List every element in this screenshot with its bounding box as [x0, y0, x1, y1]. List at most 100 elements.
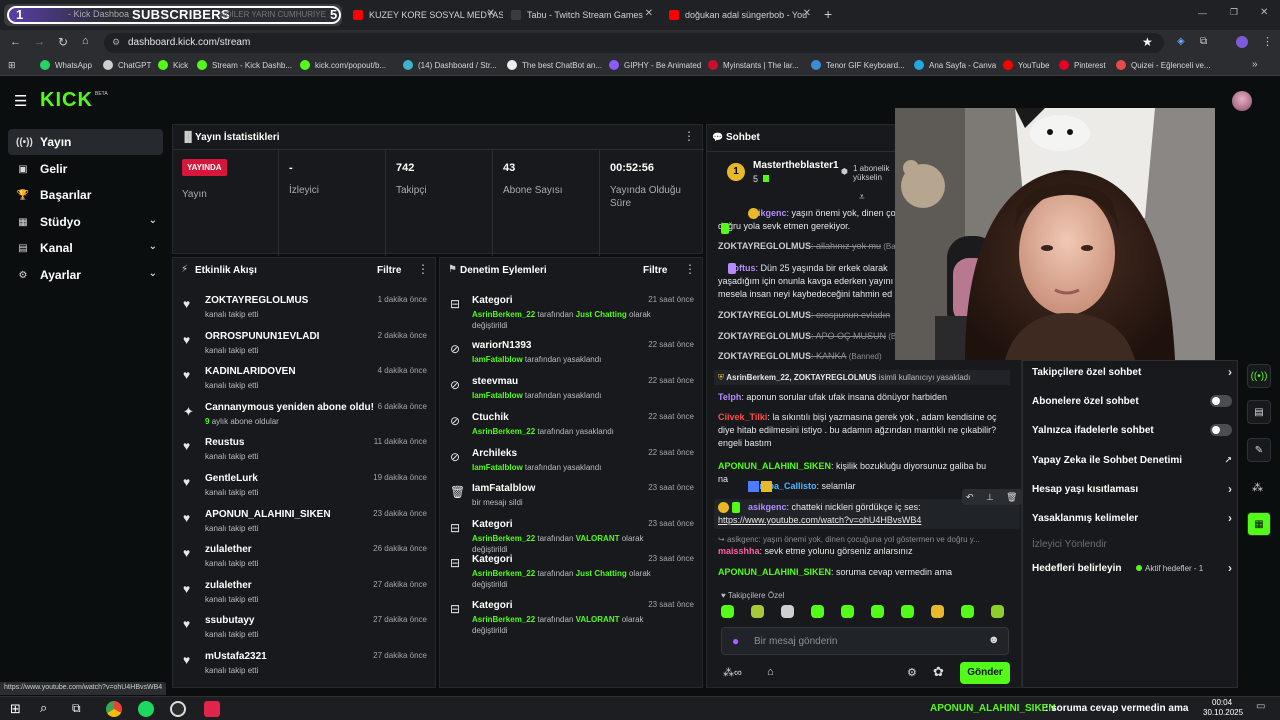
address-field[interactable]: ⚙ dashboard.kick.com/stream ★ [104, 33, 1164, 53]
sidebar-item-0[interactable]: ((•)) Yayın [8, 129, 163, 155]
chat-message[interactable]: APONUN_ALAHINI_SIKEN: soruma cevap verme… [718, 566, 1008, 579]
chat-menu-item-2[interactable]: Yalnızca ifadelerle sohbet [1032, 424, 1232, 436]
emote-icon[interactable] [841, 605, 854, 618]
app-icon[interactable] [204, 701, 220, 717]
activity-menu-icon[interactable]: ⋮ [417, 262, 429, 276]
chat-collapse-icon[interactable]: ⩡ [859, 192, 865, 203]
sidebar-item-4[interactable]: ▤ Kanal ⌄ [8, 235, 163, 261]
chat-settings-icon[interactable]: ⚙ [907, 666, 917, 679]
close-tab-icon[interactable]: ✕ [803, 8, 811, 19]
url-text[interactable]: dashboard.kick.com/stream [128, 37, 250, 48]
chat-menu-item-3[interactable]: Yapay Zeka ile Sohbet Denetimi ↗ [1032, 455, 1232, 466]
kick-logo[interactable]: KICK [40, 89, 93, 112]
emote-icon[interactable] [871, 605, 884, 618]
reload-icon[interactable]: ↻ [58, 35, 68, 49]
chat-link[interactable]: https://www.youtube.com/watch?v=ohU4HBvs… [718, 515, 921, 525]
extensions-puzzle-icon[interactable]: ⧉ [1200, 36, 1207, 47]
bookmark-kick-popout[interactable]: kick.com/popout/b... [300, 60, 386, 70]
search-icon[interactable]: ⌕ [40, 700, 47, 716]
close-tab-icon[interactable]: ✕ [645, 8, 653, 19]
sidebar-item-5[interactable]: ⚙ Ayarlar ⌄ [8, 262, 163, 288]
bookmark-kick[interactable]: Kick [158, 60, 188, 70]
minimize-icon[interactable]: — [1198, 8, 1207, 18]
chat-menu-item-4[interactable]: Hesap yaşı kısıtlaması › [1032, 482, 1232, 496]
activity-filter-button[interactable]: Filtre [377, 265, 401, 276]
microphone-icon[interactable]: ● [732, 634, 739, 648]
chat-username[interactable]: Telph [718, 392, 741, 402]
toggle-switch[interactable] [1210, 424, 1232, 436]
reply-icon[interactable]: ↶ [966, 491, 974, 504]
moderation-filter-button[interactable]: Filtre [643, 265, 667, 276]
stats-menu-icon[interactable]: ⋮ [683, 129, 695, 143]
chat-message-hovered[interactable]: asikgenc: chatteki nickleri gördükçe iç … [714, 489, 1022, 529]
chat-username[interactable]: APONUN_ALAHINI_SIKEN [718, 461, 831, 471]
more-bookmarks-icon[interactable]: » [1252, 59, 1258, 70]
chat-username[interactable]: asikgenc [748, 502, 787, 512]
bookmark-tenor[interactable]: Tenor GIF Keyboard... [811, 60, 905, 70]
bookmark-whatsapp[interactable]: WhatsApp [40, 60, 92, 70]
chat-message[interactable]: maisshha: sevk etme yolunu görseniz anla… [718, 545, 1008, 558]
rail-share-icon[interactable]: ⁂ [1252, 481, 1263, 494]
chat-username[interactable]: Ciivek_Tilki [718, 412, 767, 422]
new-tab-button[interactable]: + [824, 6, 832, 22]
notifications-icon[interactable]: ▭ [1256, 701, 1265, 712]
sidebar-item-1[interactable]: ▣ Gelir [8, 156, 163, 182]
emote-icon[interactable] [721, 605, 734, 618]
chat-username[interactable]: ZOKTAYREGLOLMUS [718, 310, 811, 320]
rail-broadcast-icon[interactable]: ((•)) [1247, 364, 1271, 388]
bookmark-canva[interactable]: Ana Sayfa - Canva [914, 60, 996, 70]
browser-menu-icon[interactable]: ⋮ [1262, 35, 1273, 48]
chat-menu-item-7[interactable]: Hedefleri belirleyin Aktif hedefler - 1 › [1032, 561, 1232, 575]
chat-message[interactable]: Telph: aponun sorular ufak ufak insana d… [718, 391, 1008, 404]
close-tab-icon[interactable]: ✕ [487, 8, 495, 19]
rail-chat-icon[interactable]: ▦ [1247, 512, 1271, 536]
bookmark-chatgpt[interactable]: ChatGPT [103, 60, 151, 70]
chrome-icon[interactable] [106, 701, 122, 717]
chat-pinned-gifter[interactable]: 1 Mastertheblaster1 5 ⬢ 1 abonelik yükse… [707, 151, 897, 191]
back-icon[interactable]: ← [10, 36, 21, 48]
emote-icon[interactable] [811, 605, 824, 618]
chat-menu-item-1[interactable]: Abonelere özel sohbet [1032, 395, 1232, 407]
bookmark-stream-dashboard[interactable]: Stream - Kick Dashb... [197, 60, 292, 70]
spotify-icon[interactable] [138, 701, 154, 717]
close-window-icon[interactable]: ✕ [1260, 7, 1268, 18]
emote-icon[interactable] [961, 605, 974, 618]
toggle-switch[interactable] [1210, 395, 1232, 407]
bookmark-dashboard-str[interactable]: (14) Dashboard / Str... [403, 60, 497, 70]
bookmark-pinterest[interactable]: Pinterest [1059, 60, 1106, 70]
emote-icon[interactable] [781, 605, 794, 618]
restore-icon[interactable]: ❐ [1230, 7, 1238, 18]
chevron-right-icon[interactable]: › [1228, 365, 1232, 379]
emote-icon[interactable] [751, 605, 764, 618]
chevron-down-icon[interactable]: ⌄ [149, 215, 157, 226]
obs-icon[interactable] [170, 701, 186, 717]
pin-icon[interactable]: ⊥ [986, 491, 994, 504]
active-goals[interactable]: Aktif hedefler - 1 [1136, 564, 1203, 573]
chat-username[interactable]: ZOKTAYREGLOLMUS [718, 351, 811, 361]
chat-input[interactable]: ● Bir mesaj gönderin ☻ [721, 627, 1009, 655]
home-icon[interactable]: ⌂ [82, 35, 89, 47]
hamburger-menu-icon[interactable]: ☰ [14, 92, 27, 110]
rail-layout-icon[interactable]: ▤ [1247, 400, 1271, 424]
send-button[interactable]: Gönder [960, 662, 1010, 684]
emoji-picker-icon[interactable]: ☻ [988, 634, 1000, 646]
user-avatar[interactable] [1232, 91, 1252, 111]
emote-icon[interactable] [901, 605, 914, 618]
rail-tools-icon[interactable]: ✎ [1247, 438, 1271, 462]
chat-username[interactable]: APONUN_ALAHINI_SIKEN [718, 567, 831, 577]
bot-icon[interactable]: ✿ [933, 664, 944, 680]
bookmark-myinstants[interactable]: Myinstants | The lar... [708, 60, 799, 70]
apps-grid-icon[interactable]: ⊞ [8, 60, 16, 71]
start-icon[interactable]: ⊞ [10, 701, 21, 717]
chat-menu-item-5[interactable]: Yasaklanmış kelimeler › [1032, 511, 1232, 525]
browser-tab-4[interactable]: doğukan adal süngerbob - You ✕ [661, 4, 819, 26]
external-link-icon[interactable]: ↗ [1224, 455, 1232, 466]
task-view-icon[interactable]: ⧉ [72, 701, 81, 716]
sidebar-item-3[interactable]: ▦ Stüdyo ⌄ [8, 209, 163, 235]
site-info-icon[interactable]: ⚙ [112, 37, 120, 48]
emote-icon[interactable] [991, 605, 1004, 618]
chat-username[interactable]: ZOKTAYREGLOLMUS [718, 331, 811, 341]
chevron-down-icon[interactable]: ⌄ [149, 268, 157, 279]
chat-username[interactable]: maisshha [718, 546, 760, 556]
profile-avatar[interactable] [1236, 36, 1248, 48]
